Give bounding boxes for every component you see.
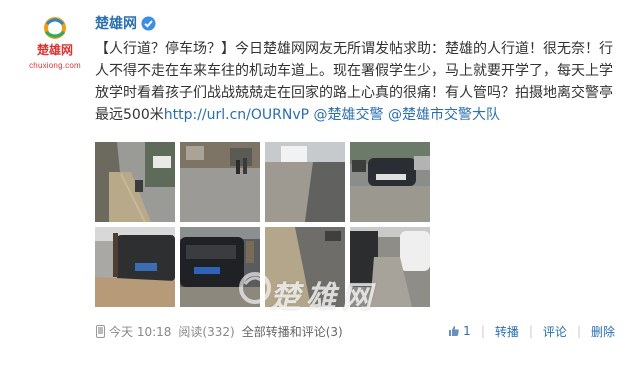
phone-icon xyxy=(96,324,105,338)
avatar-logo[interactable]: 楚雄网 xyxy=(34,14,76,58)
avatar-site-label: chuxiong.com xyxy=(29,61,81,70)
all-forwards-comments-link[interactable]: 全部转播和评论(3) xyxy=(242,323,343,340)
photo-thumbnail-5[interactable] xyxy=(95,227,175,307)
post-time[interactable]: 今天 10:18 xyxy=(109,323,171,340)
read-count: 阅读(332) xyxy=(178,324,235,339)
post-meta-bar: 今天 10:18 阅读(332) 全部转播和评论(3) 1 | 转播 | 评论 … xyxy=(95,321,615,341)
mention-city-traffic-brigade[interactable]: @楚雄市交警大队 xyxy=(388,107,500,123)
divider: | xyxy=(528,324,533,338)
like-count: 1 xyxy=(463,324,471,338)
mention-traffic-police[interactable]: @楚雄交警 xyxy=(314,107,384,123)
forward-button[interactable]: 转播 xyxy=(495,323,519,340)
thumbs-up-icon xyxy=(449,326,460,336)
delete-button[interactable]: 删除 xyxy=(591,323,615,340)
short-url-link[interactable]: http://url.cn/OURNvP xyxy=(164,107,309,123)
post-text: 【人行道？停车场？】今日楚雄网网友无所谓发帖求助：楚雄的人行道！很无奈！行人不得… xyxy=(95,38,625,126)
divider: | xyxy=(480,324,485,338)
photo-thumbnail-1[interactable] xyxy=(95,142,175,222)
post-content: 楚雄网 【人行道？停车场？】今日楚雄网网友无所谓发帖求助：楚雄的人行道！很无奈！… xyxy=(95,13,625,126)
like-button[interactable]: 1 xyxy=(448,324,471,338)
watermark-text: 楚雄网 xyxy=(270,280,378,315)
photo-thumbnail-3[interactable] xyxy=(265,142,345,222)
photo-thumbnail-2[interactable] xyxy=(180,142,260,222)
verified-icon xyxy=(141,16,156,30)
photo-thumbnail-4[interactable] xyxy=(350,142,430,222)
comment-button[interactable]: 评论 xyxy=(543,323,567,340)
divider: | xyxy=(576,324,581,338)
username-link[interactable]: 楚雄网 xyxy=(95,13,137,33)
svg-text:楚雄网: 楚雄网 xyxy=(36,42,73,57)
